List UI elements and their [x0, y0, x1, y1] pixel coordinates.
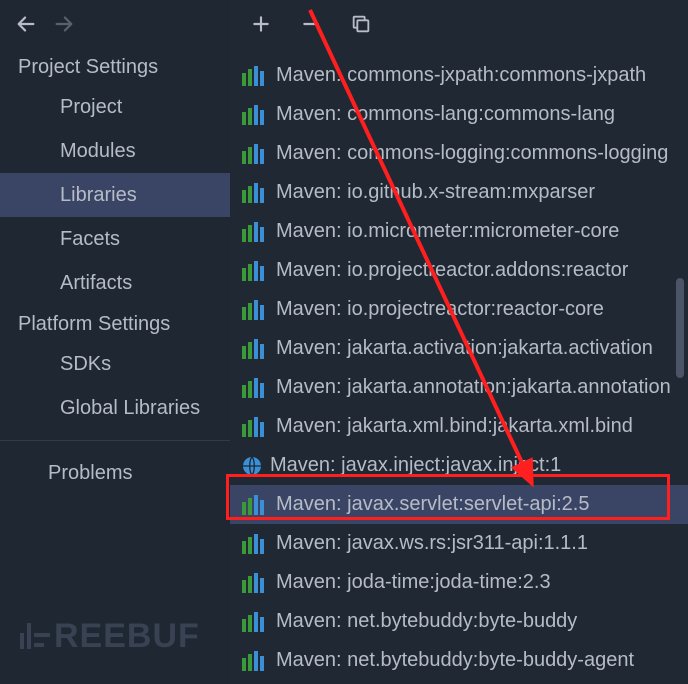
- libraries-toolbar: [230, 0, 688, 48]
- scrollbar-thumb[interactable]: [676, 278, 684, 378]
- library-row[interactable]: Maven: commons-logging:commons-logging: [230, 134, 688, 173]
- library-icon: [242, 534, 268, 554]
- sidebar-item-artifacts[interactable]: Artifacts: [0, 261, 230, 305]
- library-icon: [242, 183, 268, 203]
- remove-library-button[interactable]: [294, 7, 328, 41]
- library-row[interactable]: Maven: jakarta.annotation:jakarta.annota…: [230, 368, 688, 407]
- library-label: Maven: commons-lang:commons-lang: [276, 103, 615, 126]
- watermark-text: REEBUF: [54, 617, 200, 655]
- library-row[interactable]: Maven: net.bytebuddy:byte-buddy: [230, 602, 688, 641]
- nav-back-button[interactable]: [10, 8, 42, 40]
- library-label: Maven: io.projectreactor.addons:reactor: [276, 259, 628, 282]
- library-row[interactable]: Maven: commons-lang:commons-lang: [230, 95, 688, 134]
- settings-sidebar: Project Settings Project Modules Librari…: [0, 48, 230, 684]
- globe-icon: [242, 456, 262, 476]
- library-row[interactable]: Maven: jakarta.activation:jakarta.activa…: [230, 329, 688, 368]
- library-label: Maven: jakarta.annotation:jakarta.annota…: [276, 376, 671, 399]
- library-row[interactable]: Maven: jakarta.xml.bind:jakarta.xml.bind: [230, 407, 688, 446]
- library-icon: [242, 66, 268, 86]
- section-heading-platform: Platform Settings: [0, 305, 230, 342]
- library-row[interactable]: Maven: io.micrometer:micrometer-core: [230, 212, 688, 251]
- library-icon: [242, 222, 268, 242]
- libraries-panel: Maven: commons-jxpath:commons-jxpath Mave…: [230, 0, 688, 684]
- plus-icon: [251, 14, 271, 34]
- arrow-left-icon: [15, 13, 37, 35]
- library-icon: [242, 612, 268, 632]
- library-label: Maven: commons-jxpath:commons-jxpath: [276, 64, 646, 87]
- library-label: Maven: javax.servlet:servlet-api:2.5: [276, 493, 589, 516]
- library-icon: [242, 144, 268, 164]
- library-row[interactable]: Maven: net.bytebuddy:byte-buddy-agent: [230, 641, 688, 680]
- copy-icon: [350, 13, 372, 35]
- section-heading-project: Project Settings: [0, 48, 230, 85]
- library-row[interactable]: Maven: io.projectreactor:reactor-core: [230, 290, 688, 329]
- library-label: Maven: jakarta.xml.bind:jakarta.xml.bind: [276, 415, 633, 438]
- library-icon: [242, 651, 268, 671]
- library-row[interactable]: Maven: commons-jxpath:commons-jxpath: [230, 56, 688, 95]
- library-icon: [242, 339, 268, 359]
- library-icon: [242, 573, 268, 593]
- arrow-right-icon: [53, 13, 75, 35]
- libraries-list: Maven: commons-jxpath:commons-jxpath Mave…: [230, 56, 688, 680]
- sidebar-item-global-libraries[interactable]: Global Libraries: [0, 386, 230, 430]
- library-icon: [242, 261, 268, 281]
- library-label: Maven: io.projectreactor:reactor-core: [276, 298, 604, 321]
- library-icon: [242, 495, 268, 515]
- minus-icon: [301, 14, 321, 34]
- library-label: Maven: jakarta.activation:jakarta.activa…: [276, 337, 653, 360]
- add-library-button[interactable]: [244, 7, 278, 41]
- library-label: Maven: io.micrometer:micrometer-core: [276, 220, 619, 243]
- sidebar-item-libraries[interactable]: Libraries: [0, 173, 230, 217]
- copy-library-button[interactable]: [344, 7, 378, 41]
- library-row[interactable]: Maven: io.projectreactor.addons:reactor: [230, 251, 688, 290]
- sidebar-item-problems[interactable]: Problems: [0, 451, 230, 495]
- library-label: Maven: joda-time:joda-time:2.3: [276, 571, 551, 594]
- library-row[interactable]: Maven: javax.inject:javax.inject:1: [230, 446, 688, 485]
- library-icon: [242, 105, 268, 125]
- sidebar-item-sdks[interactable]: SDKs: [0, 342, 230, 386]
- library-label: Maven: io.github.x-stream:mxparser: [276, 181, 595, 204]
- library-row[interactable]: Maven: javax.servlet:servlet-api:2.5: [230, 485, 688, 524]
- sidebar-separator: [0, 440, 230, 441]
- nav-forward-button[interactable]: [48, 8, 80, 40]
- library-label: Maven: javax.inject:javax.inject:1: [270, 454, 561, 477]
- library-row[interactable]: Maven: javax.ws.rs:jsr311-api:1.1.1: [230, 524, 688, 563]
- sidebar-item-facets[interactable]: Facets: [0, 217, 230, 261]
- watermark: REEBUF: [20, 617, 200, 658]
- sidebar-item-project[interactable]: Project: [0, 85, 230, 129]
- library-label: Maven: net.bytebuddy:byte-buddy: [276, 610, 577, 633]
- library-row[interactable]: Maven: joda-time:joda-time:2.3: [230, 563, 688, 602]
- library-label: Maven: javax.ws.rs:jsr311-api:1.1.1: [276, 532, 588, 555]
- watermark-logo-icon: [20, 619, 50, 658]
- library-label: Maven: net.bytebuddy:byte-buddy-agent: [276, 649, 634, 672]
- library-icon: [242, 417, 268, 437]
- library-label: Maven: commons-logging:commons-logging: [276, 142, 668, 165]
- library-icon: [242, 378, 268, 398]
- library-row[interactable]: Maven: io.github.x-stream:mxparser: [230, 173, 688, 212]
- library-icon: [242, 300, 268, 320]
- sidebar-item-modules[interactable]: Modules: [0, 129, 230, 173]
